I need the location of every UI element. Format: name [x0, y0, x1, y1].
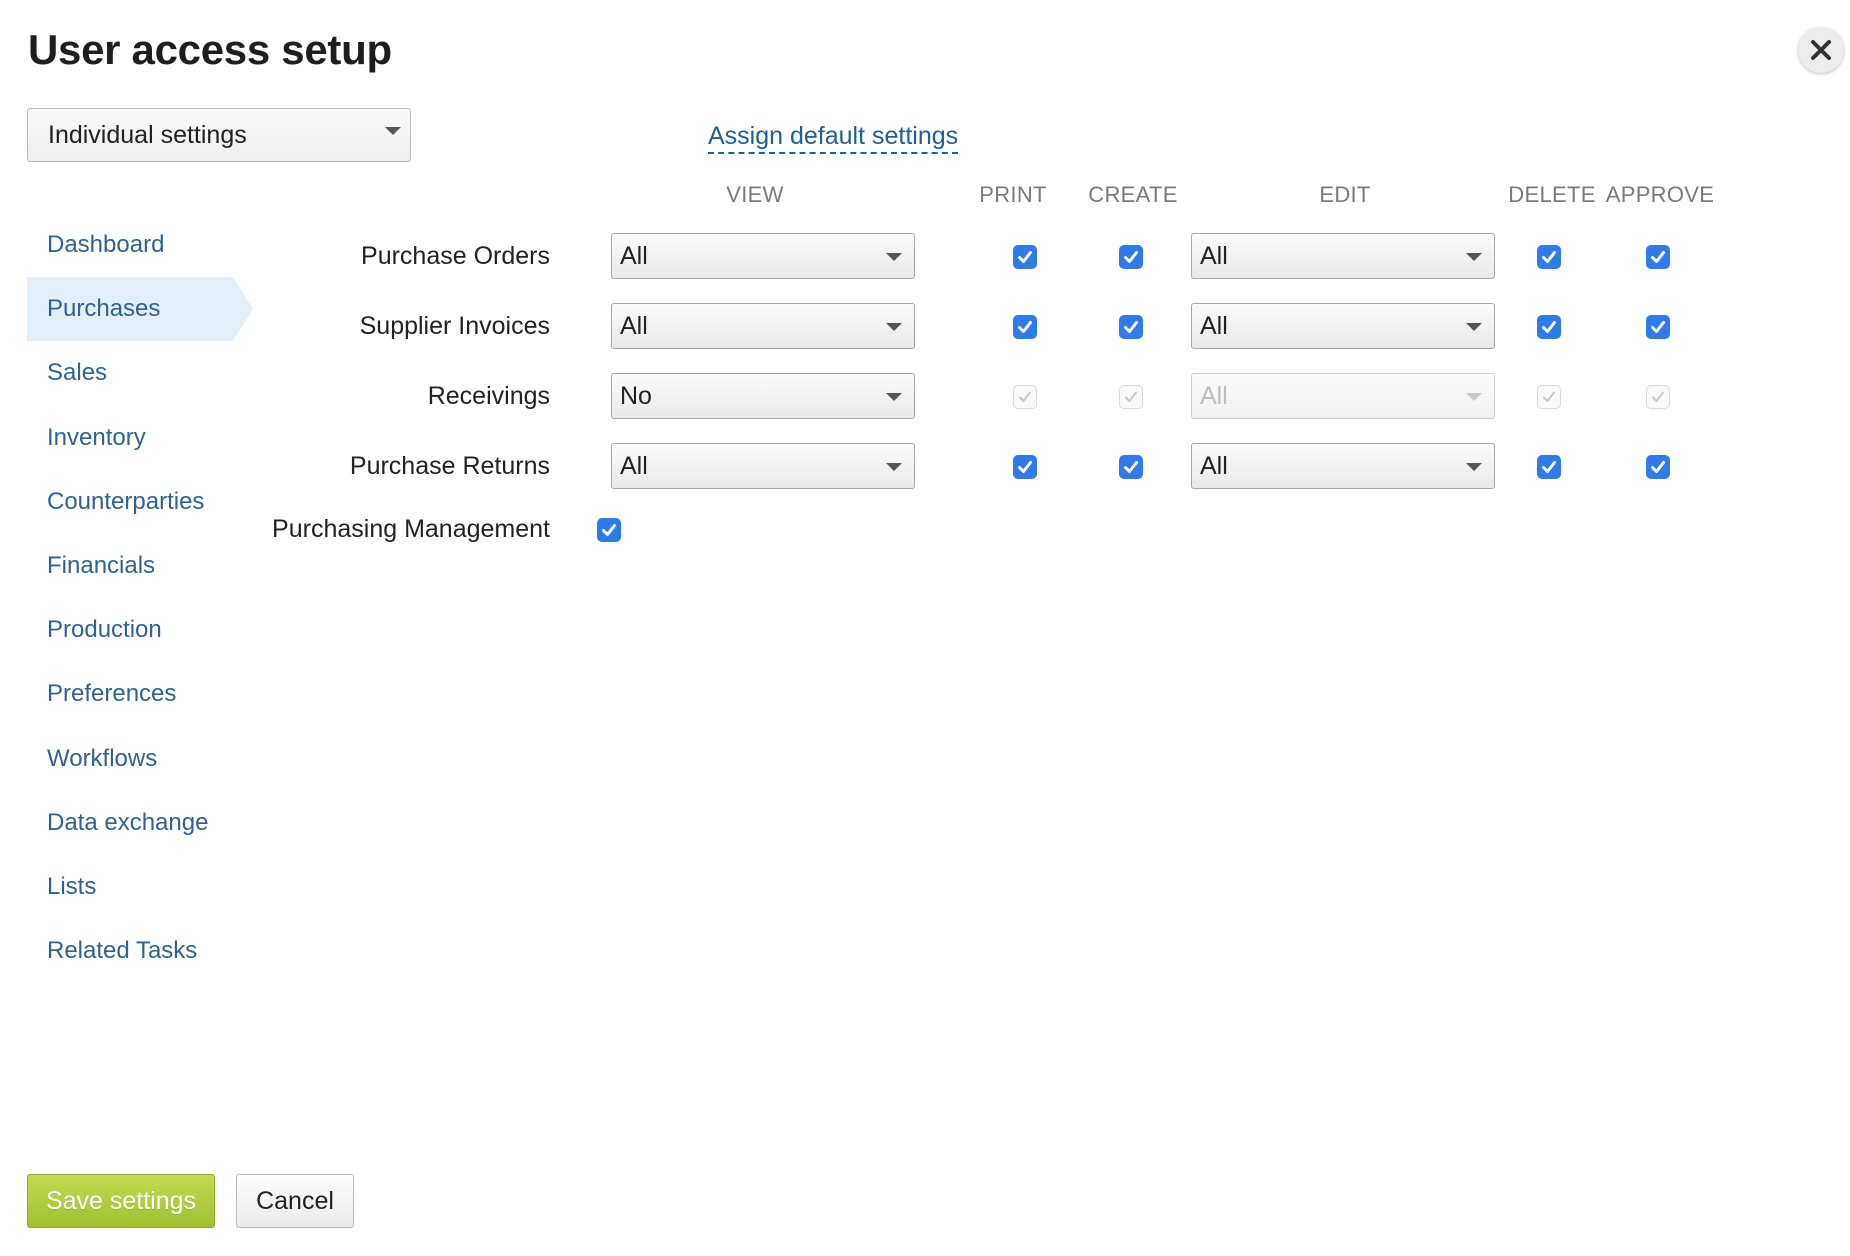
- edit-access-value: All: [1200, 241, 1228, 270]
- chevron-down-icon: [886, 463, 902, 471]
- close-icon: [1811, 40, 1831, 60]
- create-checkbox[interactable]: [1119, 245, 1143, 269]
- sidebar-item-related-tasks[interactable]: Related Tasks: [27, 919, 255, 983]
- close-button[interactable]: [1798, 27, 1844, 73]
- print-checkbox[interactable]: [1013, 455, 1037, 479]
- view-access-select[interactable]: All: [611, 443, 915, 489]
- row-label: Receivings: [427, 382, 550, 410]
- sidebar-item-lists[interactable]: Lists: [27, 855, 255, 919]
- edit-access-select[interactable]: All: [1191, 233, 1495, 279]
- view-access-select[interactable]: No: [611, 373, 915, 419]
- column-header-view: VIEW: [726, 182, 784, 207]
- edit-access-select: All: [1191, 373, 1495, 419]
- checkmark-icon: [1543, 391, 1555, 402]
- sidebar-item-sales[interactable]: Sales: [27, 341, 255, 405]
- row-label: Supplier Invoices: [359, 312, 550, 340]
- column-header-approve: APPROVE: [1605, 182, 1715, 207]
- purchasing-management-checkbox[interactable]: [597, 518, 621, 542]
- sidebar-item-counterparties[interactable]: Counterparties: [27, 470, 255, 534]
- checkmark-icon: [1542, 251, 1556, 263]
- sidebar-item-preferences[interactable]: Preferences: [27, 662, 255, 726]
- chevron-down-icon: [1466, 463, 1482, 471]
- row-label: Purchase Returns: [349, 452, 550, 480]
- checkmark-icon: [1124, 461, 1138, 473]
- delete-checkbox[interactable]: [1537, 315, 1561, 339]
- edit-access-value: All: [1200, 381, 1228, 410]
- view-access-value: All: [620, 311, 648, 340]
- chevron-down-icon: [1466, 323, 1482, 331]
- approve-checkbox: [1646, 385, 1670, 409]
- cancel-button[interactable]: Cancel: [236, 1174, 354, 1228]
- edit-access-select[interactable]: All: [1191, 303, 1495, 349]
- checkmark-icon: [1125, 391, 1137, 402]
- checkmark-icon: [1018, 321, 1032, 333]
- purchasing-management-label: Purchasing Management: [272, 515, 550, 543]
- create-checkbox[interactable]: [1119, 455, 1143, 479]
- checkmark-icon: [1018, 461, 1032, 473]
- sidebar-item-production[interactable]: Production: [27, 598, 255, 662]
- view-access-value: No: [620, 381, 652, 410]
- chevron-down-icon: [886, 393, 902, 401]
- delete-checkbox[interactable]: [1537, 455, 1561, 479]
- checkmark-icon: [1124, 251, 1138, 263]
- chevron-down-icon: [1466, 393, 1482, 401]
- column-header-create: CREATE: [1088, 182, 1178, 207]
- checkmark-icon: [1542, 321, 1556, 333]
- checkmark-icon: [1651, 321, 1665, 333]
- column-header-delete: DELETE: [1508, 182, 1596, 207]
- checkmark-icon: [1124, 321, 1138, 333]
- print-checkbox: [1013, 385, 1037, 409]
- view-access-value: All: [620, 451, 648, 480]
- settings-mode-value: Individual settings: [48, 120, 247, 149]
- edit-access-value: All: [1200, 311, 1228, 340]
- page-title: User access setup: [28, 26, 392, 73]
- sidebar-item-dashboard[interactable]: Dashboard: [27, 213, 255, 277]
- checkmark-icon: [1542, 461, 1556, 473]
- edit-access-select[interactable]: All: [1191, 443, 1495, 489]
- chevron-down-icon: [1466, 253, 1482, 261]
- sidebar-item-data-exchange[interactable]: Data exchange: [27, 791, 255, 855]
- edit-access-value: All: [1200, 451, 1228, 480]
- sidebar-item-workflows[interactable]: Workflows: [27, 727, 255, 791]
- checkmark-icon: [1651, 251, 1665, 263]
- chevron-down-icon: [385, 127, 401, 135]
- create-checkbox[interactable]: [1119, 315, 1143, 339]
- view-access-select[interactable]: All: [611, 233, 915, 279]
- print-checkbox[interactable]: [1013, 315, 1037, 339]
- sidebar-item-purchases[interactable]: Purchases: [27, 277, 253, 341]
- sidebar-item-financials[interactable]: Financials: [27, 534, 255, 598]
- save-settings-button[interactable]: Save settings: [27, 1174, 215, 1228]
- view-access-value: All: [620, 241, 648, 270]
- checkmark-icon: [1018, 251, 1032, 263]
- row-label: Purchase Orders: [361, 242, 550, 270]
- approve-checkbox[interactable]: [1646, 315, 1670, 339]
- sidebar-item-inventory[interactable]: Inventory: [27, 406, 255, 470]
- checkmark-icon: [602, 524, 616, 536]
- column-header-print: PRINT: [979, 182, 1047, 207]
- checkmark-icon: [1651, 461, 1665, 473]
- checkmark-icon: [1019, 391, 1031, 402]
- settings-mode-select[interactable]: Individual settings: [27, 108, 411, 162]
- view-access-select[interactable]: All: [611, 303, 915, 349]
- approve-checkbox[interactable]: [1646, 455, 1670, 479]
- delete-checkbox[interactable]: [1537, 245, 1561, 269]
- delete-checkbox: [1537, 385, 1561, 409]
- create-checkbox: [1119, 385, 1143, 409]
- approve-checkbox[interactable]: [1646, 245, 1670, 269]
- column-header-edit: EDIT: [1319, 182, 1371, 207]
- chevron-down-icon: [886, 253, 902, 261]
- print-checkbox[interactable]: [1013, 245, 1037, 269]
- chevron-down-icon: [886, 323, 902, 331]
- assign-default-settings-link[interactable]: Assign default settings: [708, 121, 959, 154]
- checkmark-icon: [1652, 391, 1664, 402]
